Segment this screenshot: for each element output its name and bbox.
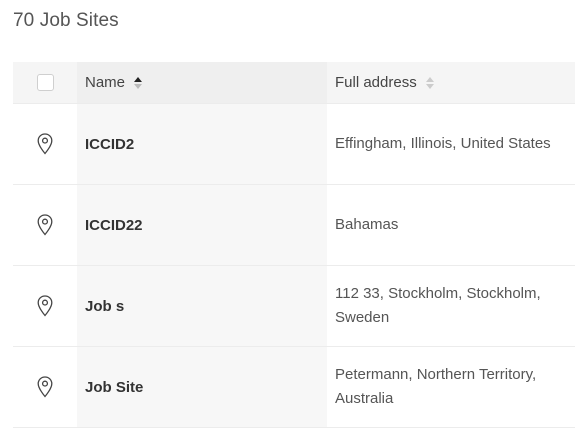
name-cell: ICCID2 — [77, 104, 327, 184]
location-pin-icon — [37, 295, 53, 317]
page-title: 70 Job Sites — [13, 10, 119, 31]
row-icon-cell — [13, 104, 77, 184]
job-site-address: 112 33, Stockholm, Stockholm, Sweden — [335, 285, 541, 326]
address-cell: Bahamas — [327, 185, 575, 265]
table-row[interactable]: Job s 112 33, Stockholm, Stockholm, Swed… — [13, 266, 575, 347]
location-pin-icon — [37, 376, 53, 398]
sort-unsorted-icon[interactable] — [425, 76, 434, 89]
job-site-name[interactable]: Job s — [85, 298, 124, 315]
name-cell: ICCID22 — [77, 185, 327, 265]
job-site-name[interactable]: ICCID22 — [85, 217, 143, 234]
select-all-checkbox[interactable] — [36, 74, 54, 91]
column-header-name-label: Name — [85, 74, 126, 91]
job-site-address: Bahamas — [335, 216, 399, 233]
column-header-address-label: Full address — [335, 73, 417, 91]
job-site-name[interactable]: Job Site — [85, 379, 143, 396]
address-cell: 112 33, Stockholm, Stockholm, Sweden — [327, 266, 575, 346]
name-cell: Job Site — [77, 347, 327, 427]
address-cell: Effingham, Illinois, United States — [327, 104, 575, 184]
table-row[interactable]: Job Site Petermann, Northern Territory, … — [13, 347, 575, 428]
column-header-name[interactable]: Name — [77, 62, 327, 103]
row-icon-cell — [13, 347, 77, 427]
location-pin-icon — [37, 214, 53, 236]
sort-ascending-icon[interactable] — [134, 76, 143, 89]
name-cell: Job s — [77, 266, 327, 346]
table-row[interactable]: ICCID22 Bahamas — [13, 185, 575, 266]
table-header-row: Name Full address — [13, 62, 575, 104]
job-site-address: Petermann, Northern Territory, Australia — [335, 366, 537, 407]
job-sites-table: Name Full address ICCID2 Effingham, Illi… — [13, 62, 575, 428]
job-site-address: Effingham, Illinois, United States — [335, 135, 551, 152]
table-row[interactable]: ICCID2 Effingham, Illinois, United State… — [13, 104, 575, 185]
row-icon-cell — [13, 266, 77, 346]
select-all-cell — [13, 62, 77, 103]
job-site-name[interactable]: ICCID2 — [85, 136, 134, 153]
location-pin-icon — [37, 133, 53, 155]
address-cell: Petermann, Northern Territory, Australia — [327, 347, 575, 427]
column-header-full-address[interactable]: Full address — [327, 62, 575, 103]
row-icon-cell — [13, 185, 77, 265]
